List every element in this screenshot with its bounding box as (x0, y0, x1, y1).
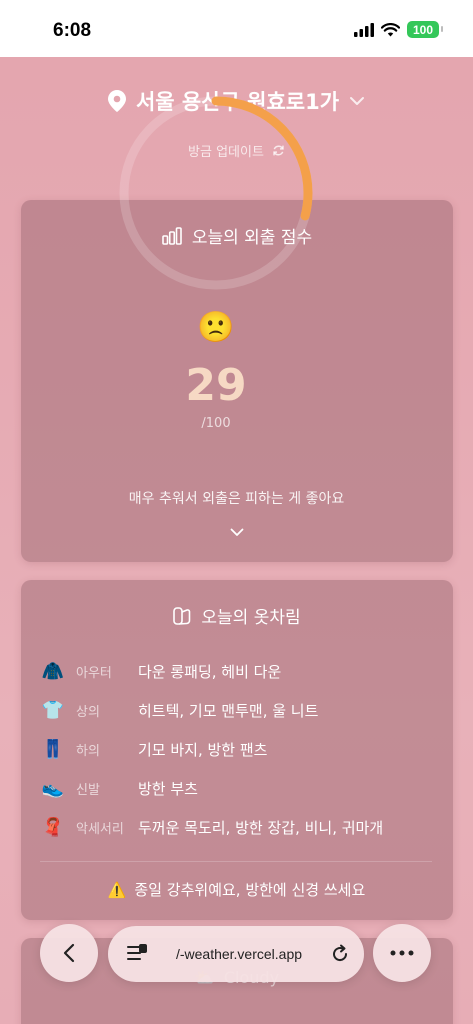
outfit-category: 신발 (76, 783, 100, 798)
status-time: 6:08 (53, 20, 92, 41)
score-max: /100 (201, 416, 231, 431)
warning-text: 종일 강추위예요, 방한에 신경 쓰세요 (134, 881, 366, 899)
sneaker-icon: 👟 (41, 778, 65, 799)
outfit-card-title: 오늘의 옷차림 (201, 608, 301, 628)
status-icons: 100 (354, 21, 443, 38)
outfit-category: 아우터 (76, 666, 112, 681)
outfit-card-header: 오늘의 옷차림 (21, 603, 453, 628)
hanger-tag-icon (173, 606, 191, 625)
jeans-icon: 👖 (41, 739, 65, 760)
scarf-icon: 🧣 (41, 817, 65, 838)
score-value: 29 (185, 360, 247, 411)
expand-button[interactable] (0, 522, 473, 541)
reload-icon[interactable] (330, 944, 350, 964)
list-item: 👕 상의 히트텍, 기모 맨투맨, 울 니트 (38, 691, 438, 730)
outfit-value: 두꺼운 목도리, 방한 장갑, 비니, 귀마개 (138, 819, 384, 837)
chevron-left-icon (63, 943, 75, 963)
gauge-center: 🙁 29 /100 (118, 200, 314, 460)
outfit-category: 상의 (76, 705, 100, 720)
outfit-category: 악세서리 (76, 822, 124, 837)
wifi-icon (381, 22, 400, 36)
browser-toolbar: /-weather.vercel.app (40, 924, 433, 984)
more-button[interactable] (373, 924, 431, 982)
chevron-down-icon (350, 97, 365, 105)
battery-indicator: 100 (407, 21, 443, 38)
status-bar: 6:08 100 (0, 0, 473, 57)
mood-emoji: 🙁 (197, 310, 235, 345)
signal-icon (354, 22, 374, 37)
url-text: /-weather.vercel.app (175, 946, 303, 962)
outfit-list: 🧥 아우터 다운 롱패딩, 헤비 다운 👕 상의 히트텍, 기모 맨투맨, 울 … (38, 652, 438, 847)
shirt-icon: 👕 (41, 700, 65, 721)
weather-warning: ⚠️ 종일 강추위예요, 방한에 신경 쓰세요 (0, 879, 473, 900)
coat-icon: 🧥 (41, 661, 65, 682)
outfit-value: 히트텍, 기모 맨투맨, 울 니트 (138, 702, 319, 720)
list-item: 🧣 악세서리 두꺼운 목도리, 방한 장갑, 비니, 귀마개 (38, 808, 438, 847)
chevron-down-icon (230, 528, 243, 536)
list-item: 👟 신발 방한 부츠 (38, 769, 438, 808)
score-message: 매우 추워서 외출은 피하는 게 좋아요 (128, 491, 345, 507)
list-item: 🧥 아우터 다운 롱패딩, 헤비 다운 (38, 652, 438, 691)
back-button[interactable] (40, 924, 98, 982)
address-bar[interactable]: /-weather.vercel.app (108, 926, 364, 982)
ellipsis-icon (390, 950, 414, 956)
outfit-value: 방한 부츠 (138, 780, 198, 798)
warning-icon: ⚠️ (107, 880, 127, 899)
outfit-value: 기모 바지, 방한 팬츠 (138, 741, 268, 759)
outfit-value: 다운 롱패딩, 헤비 다운 (138, 663, 282, 681)
outfit-category: 하의 (76, 744, 100, 759)
divider (40, 861, 432, 862)
list-item: 👖 하의 기모 바지, 방한 팬츠 (38, 730, 438, 769)
page-menu-icon[interactable] (126, 943, 148, 965)
